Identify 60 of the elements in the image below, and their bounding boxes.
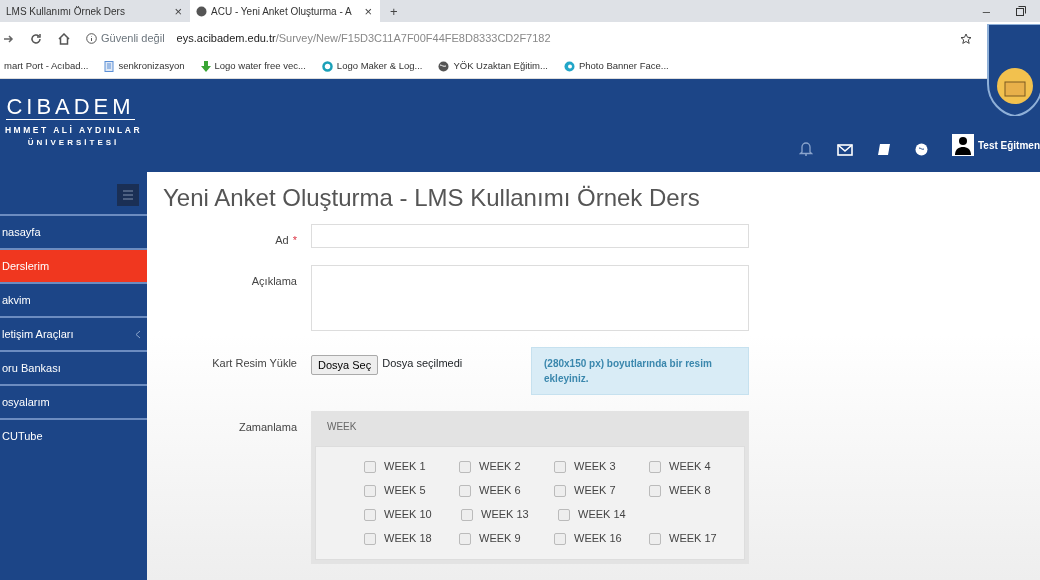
checkbox-option[interactable]: WEEK 1	[364, 454, 459, 479]
text-input[interactable]	[311, 224, 749, 248]
checkbox-option[interactable]: WEEK 9	[459, 526, 554, 551]
ring-icon	[321, 61, 333, 72]
bookmark-link[interactable]: Logo Maker & Log...	[321, 59, 423, 74]
user-menu[interactable]: Test Eğitmen	[977, 137, 1040, 153]
logo-text: CIBADEM	[6, 95, 135, 121]
restore-icon[interactable]	[1016, 6, 1026, 16]
checkbox-option[interactable]: WEEK 10	[364, 502, 461, 527]
choose-file-button[interactable]: Dosya Seç	[311, 354, 379, 375]
checkbox-option[interactable]: WEEK 3	[554, 454, 649, 479]
minimize-button[interactable]: –	[980, 4, 992, 18]
checkbox-option[interactable]: WEEK 16	[554, 526, 649, 551]
document-icon	[104, 61, 115, 72]
security-label: Güvenli değil	[101, 31, 165, 47]
field-label: Açıklama	[251, 274, 297, 287]
file-status: Dosya seçilmedi	[382, 355, 464, 371]
field-label: Kart Resim Yükle	[212, 356, 297, 369]
field-label: Ad	[275, 234, 289, 246]
textarea-input[interactable]	[311, 264, 749, 331]
bookmark-link[interactable]: senkronizasyon	[104, 59, 185, 74]
forward-icon[interactable]	[4, 33, 14, 44]
disc-icon	[563, 61, 575, 72]
checkbox-option[interactable]: WEEK 4	[649, 454, 744, 479]
bookmark-link[interactable]: Logo water free vec...	[200, 59, 306, 74]
page-title: Yeni Anket Oluşturma - LMS Kullanımı Örnek Ders	[163, 183, 701, 213]
url-text[interactable]: eys.acibadem.edu.tr/Survey/New/F15D3C11A7F00F44FE8D8333CD2F7182	[176, 30, 551, 47]
checkbox-option[interactable]: WEEK 14	[558, 502, 655, 527]
info-alert: (280x150 px) boyutlarında bir resim ekleyiniz.	[531, 346, 749, 395]
logo-subtitle: HMMET ALİ AYDINLAR	[4, 124, 143, 137]
mail-icon[interactable]	[836, 144, 853, 156]
required-mark: *	[292, 234, 297, 246]
checkbox-option[interactable]: WEEK 18	[364, 526, 459, 551]
checkbox-option[interactable]: WEEK 2	[459, 454, 554, 479]
tab-title: LMS Kullanımı Örnek Ders	[6, 4, 126, 19]
close-button[interactable]: ×	[362, 4, 374, 18]
avatar-icon	[951, 134, 974, 156]
checkbox-option[interactable]: WEEK 8	[649, 478, 744, 503]
browser-tab[interactable]: LMS Kullanımı Örnek Ders ×	[0, 0, 190, 22]
download-arrow-icon	[200, 61, 211, 72]
tab-title: ACU - Yeni Anket Oluşturma - A	[211, 4, 353, 19]
bookmark-link[interactable]: Photo Banner Face...	[563, 59, 669, 74]
reload-icon[interactable]	[30, 32, 42, 45]
close-button[interactable]: ×	[172, 4, 184, 18]
checkbox-option[interactable]: WEEK 6	[459, 478, 554, 503]
info-icon	[86, 33, 97, 44]
new-tab-button[interactable]: +	[388, 4, 400, 18]
logo-subtitle: ÜNİVERSİTESİ	[27, 136, 120, 149]
checkbox-option[interactable]: WEEK 5	[364, 478, 459, 503]
star-icon[interactable]	[960, 32, 972, 45]
field-label: Zamanlama	[238, 420, 297, 433]
sidebar-item[interactable]: Derslerim	[0, 248, 147, 282]
checkbox-option[interactable]: WEEK 17	[649, 526, 744, 551]
bookmark-link[interactable]: YÖK Uzaktan Eğitim...	[438, 59, 548, 74]
bell-icon[interactable]	[798, 141, 813, 156]
checkbox-option[interactable]: WEEK 13	[461, 502, 558, 527]
browser-tab[interactable]: ACU - Yeni Anket Oluşturma - A ×	[190, 0, 380, 22]
checkbox-option[interactable]: WEEK 7	[554, 478, 649, 503]
home-icon[interactable]	[58, 32, 70, 45]
bookmark-link[interactable]: mart Port - Acıbad...	[4, 59, 89, 74]
